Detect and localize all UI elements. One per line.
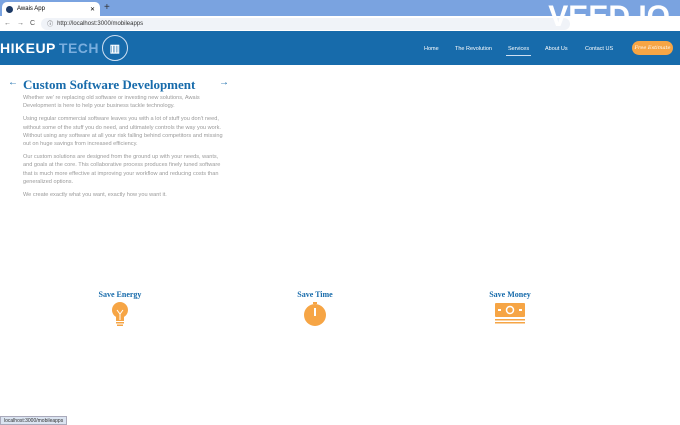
forward-icon[interactable]: → [17,20,24,27]
url-input[interactable]: ⓘ http://localhost:3000/mobileapps [41,17,570,30]
nav-contact[interactable]: Contact US [585,46,613,52]
building-icon: ▥ [102,35,129,61]
back-arrow-icon[interactable]: ← [8,77,18,88]
feature-label: Save Time [297,290,333,299]
paragraph: Our custom solutions are designed from t… [23,154,221,185]
nav-revolution[interactable]: The Revolution [455,46,492,52]
lightbulb-icon [112,302,128,326]
browser-tab[interactable]: Awais App ✕ [2,2,100,16]
description: Whether we' re replacing old software or… [23,94,223,204]
nav-home[interactable]: Home [424,46,439,52]
close-tab-icon[interactable]: ✕ [90,6,95,13]
stopwatch-icon [304,302,326,326]
page-title: Custom Software Development [23,77,196,92]
url-text: http://localhost:3000/mobileapps [57,20,144,27]
tab-title: Awais App [17,6,45,12]
site-header: HIKEUP TECH ▥ Home The Revolution Services… [0,31,680,65]
money-icon [495,303,525,324]
feature-save-energy: Save Energy [80,290,160,327]
forward-arrow-icon[interactable]: → [219,77,229,88]
info-icon: ⓘ [47,22,54,28]
paragraph: Using regular commercial software leaves… [23,116,223,148]
free-estimate-button[interactable]: Free Estimate [632,41,673,55]
feature-save-money: Save Money [470,290,550,327]
reload-icon[interactable]: C [30,20,35,27]
logo-text-accent: TECH [58,40,100,56]
new-tab-icon[interactable]: + [104,2,110,13]
status-bar: localhost:3000/mobileapps [0,416,68,425]
feature-label: Save Energy [98,290,142,299]
paragraph: We create exactly what you want, exactly… [23,192,167,199]
nav-services[interactable]: Services [505,46,532,56]
favicon-icon [6,5,13,13]
paragraph: Whether we' re replacing old software or… [23,95,200,110]
feature-save-time: Save Time [275,290,355,327]
nav-about[interactable]: About Us [545,46,568,52]
back-icon[interactable]: ← [4,20,11,27]
logo[interactable]: HIKEUP TECH ▥ [0,35,129,61]
logo-text: HIKEUP [0,40,56,56]
feature-label: Save Money [489,290,531,299]
watermark: VEED.IO [548,0,670,33]
